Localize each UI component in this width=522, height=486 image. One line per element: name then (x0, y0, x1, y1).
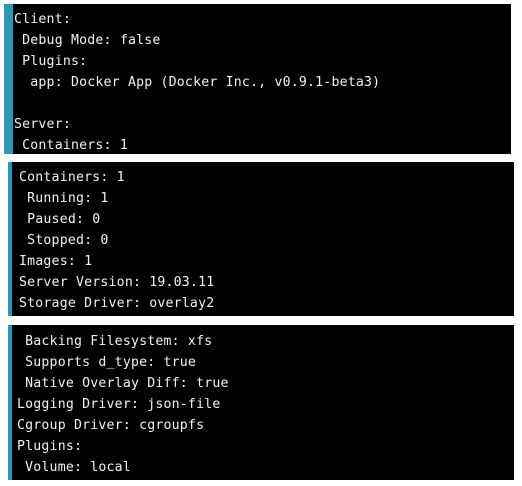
terminal-line-logging-driver: Logging Driver: json-file (17, 397, 221, 412)
terminal-line-cgroup-driver: Cgroup Driver: cgroupfs (17, 418, 205, 433)
terminal-line-stopped: Stopped: 0 (19, 233, 109, 248)
terminal-line-server-header: Server: (14, 117, 71, 132)
terminal-line-containers: Containers: 1 (19, 170, 125, 185)
terminal-line-containers: Containers: 1 (14, 138, 128, 153)
terminal-line-app-plugin: app: Docker App (Docker Inc., v0.9.1-bet… (14, 75, 381, 90)
terminal-line-running: Running: 1 (19, 191, 109, 206)
terminal-lines: Containers: 1 Running: 1 Paused: 0 Stopp… (19, 167, 214, 314)
terminal-line-supports-dtype: Supports d_type: true (17, 355, 197, 370)
terminal-line-volume-plugin: Volume: local (17, 460, 131, 475)
terminal-line-plugins: Plugins: (14, 54, 88, 69)
terminal-line-blank (14, 93, 380, 114)
terminal-line-backing-filesystem: Backing Filesystem: xfs (17, 334, 213, 349)
terminal-line-server-version: Server Version: 19.03.11 (19, 275, 215, 290)
terminal-line-debug-mode: Debug Mode: false (14, 33, 161, 48)
terminal-line-native-overlay-diff: Native Overlay Diff: true (17, 376, 229, 391)
terminal-output-client-section: Client: Debug Mode: false Plugins: app: … (4, 4, 514, 154)
terminal-line-client-header: Client: (14, 12, 71, 27)
terminal-line-plugins: Plugins: (17, 439, 83, 454)
terminal-line-images: Images: 1 (19, 254, 93, 269)
terminal-output-server-stats: Containers: 1 Running: 1 Paused: 0 Stopp… (8, 162, 514, 316)
top-white-strip (0, 0, 522, 2)
terminal-line-paused: Paused: 0 (19, 212, 101, 227)
terminal-output-driver-info: Backing Filesystem: xfs Supports d_type:… (8, 325, 514, 480)
terminal-line-storage-driver: Storage Driver: overlay2 (19, 296, 215, 311)
terminal-lines: Client: Debug Mode: false Plugins: app: … (14, 9, 380, 154)
terminal-lines: Backing Filesystem: xfs Supports d_type:… (17, 331, 229, 478)
